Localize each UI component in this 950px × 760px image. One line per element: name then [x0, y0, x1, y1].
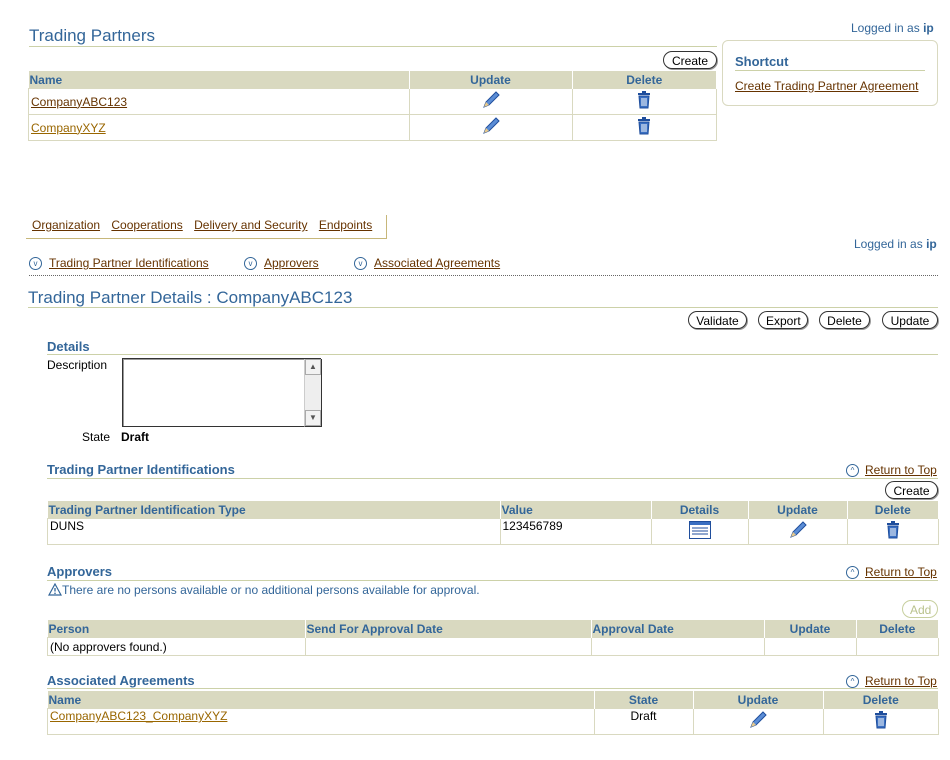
table-row: DUNS 123456789 [47, 518, 939, 545]
details-icon[interactable] [688, 521, 711, 542]
pencil-icon[interactable] [480, 89, 502, 114]
agreement-link[interactable]: CompanyABC123_CompanyXYZ [50, 709, 227, 723]
approvers-table: Person Send For Approval Date Approval D… [47, 620, 939, 656]
column-header-name: Name [47, 691, 595, 709]
anchor-approvers[interactable]: Approvers [264, 256, 319, 270]
column-header-details: Details [651, 501, 749, 519]
shortcut-title: Shortcut [735, 54, 789, 69]
identification-value: 123456789 [499, 518, 652, 545]
scroll-down-icon[interactable]: ▼ [305, 410, 321, 426]
scroll-up-icon[interactable]: ▲ [305, 359, 321, 375]
chevron-down-icon: v [354, 257, 368, 271]
chevron-down-icon: v [243, 257, 257, 271]
trash-icon[interactable] [885, 521, 901, 542]
approvers-warning: There are no persons available or no add… [47, 582, 480, 599]
update-button[interactable]: Update [882, 311, 938, 329]
identifications-section-title: Trading Partner Identifications [47, 462, 235, 477]
chevron-down-icon: v [29, 257, 42, 271]
partners-table: Name Update Delete CompanyABC123 Company… [28, 71, 717, 141]
logged-in-indicator-2: Logged in as ip [854, 237, 937, 251]
column-header-update: Update [693, 691, 824, 709]
page-title: Trading Partners [29, 26, 155, 45]
column-header-value: Value [500, 501, 652, 519]
tab-cooperations[interactable]: Cooperations [111, 218, 182, 232]
create-partner-button[interactable]: Create [663, 51, 717, 69]
table-row: (No approvers found.) [47, 637, 939, 656]
column-header-delete: Delete [856, 620, 939, 638]
column-header-send-date: Send For Approval Date [305, 620, 592, 638]
trash-icon[interactable] [636, 91, 652, 112]
description-label: Description [47, 358, 108, 372]
column-header-name: Name [28, 71, 410, 89]
description-field[interactable] [122, 358, 321, 427]
table-row: CompanyABC123_CompanyXYZ Draft [47, 708, 939, 735]
identifications-table: Trading Partner Identification Type Valu… [47, 501, 939, 545]
column-header-update: Update [764, 620, 857, 638]
agreements-table: Name State Update Delete CompanyABC123_C… [47, 691, 939, 735]
partner-link[interactable]: CompanyXYZ [31, 121, 106, 135]
anchor-agreements[interactable]: Associated Agreements [374, 256, 500, 270]
state-label: State [82, 430, 111, 444]
partner-link[interactable]: CompanyABC123 [31, 95, 127, 109]
tab-delivery-security[interactable]: Delivery and Security [194, 218, 307, 232]
agreements-section-title: Associated Agreements [47, 673, 195, 688]
delete-button[interactable]: Delete [819, 311, 870, 329]
column-header-type: Trading Partner Identification Type [47, 501, 501, 519]
pencil-icon[interactable] [480, 115, 502, 140]
return-to-top: ^ Return to Top [846, 674, 937, 689]
create-agreement-link[interactable]: Create Trading Partner Agreement [735, 79, 918, 93]
tab-endpoints[interactable]: Endpoints [319, 218, 372, 232]
approvers-empty-message: (No approvers found.) [47, 637, 306, 656]
column-header-state: State [594, 691, 694, 709]
chevron-up-icon: ^ [846, 566, 859, 580]
pencil-icon[interactable] [787, 519, 809, 544]
trash-icon[interactable] [636, 117, 652, 138]
tab-organization[interactable]: Organization [32, 218, 100, 232]
validate-button[interactable]: Validate [688, 311, 747, 329]
pencil-icon[interactable] [747, 709, 769, 734]
column-header-update: Update [748, 501, 848, 519]
subtabs: Organization Cooperations Delivery and S… [26, 215, 387, 239]
table-row: CompanyXYZ [28, 114, 717, 141]
table-row: CompanyABC123 [28, 88, 717, 115]
column-header-delete: Delete [823, 691, 939, 709]
chevron-up-icon: ^ [846, 464, 859, 478]
export-button[interactable]: Export [758, 311, 808, 329]
add-approver-button[interactable]: Add [902, 600, 938, 618]
return-to-top: ^ Return to Top [846, 463, 937, 478]
dotted-divider [29, 275, 938, 276]
column-header-delete: Delete [572, 71, 717, 89]
description-scrollbar[interactable]: ▲ ▼ [304, 359, 322, 427]
approvers-section-title: Approvers [47, 564, 113, 579]
state-value: Draft [121, 430, 150, 444]
shortcut-panel: Shortcut Create Trading Partner Agreemen… [722, 40, 938, 106]
column-header-person: Person [47, 620, 306, 638]
identification-type: DUNS [47, 518, 501, 545]
anchor-links: v Trading Partner Identifications v Approv… [29, 256, 500, 271]
warning-icon [47, 582, 63, 599]
column-header-delete: Delete [847, 501, 939, 519]
trash-icon[interactable] [873, 711, 889, 732]
create-identification-button[interactable]: Create [885, 481, 938, 499]
details-section-title: Details [47, 339, 90, 354]
chevron-up-icon: ^ [846, 675, 859, 689]
column-header-update: Update [409, 71, 573, 89]
details-title: Trading Partner Details : CompanyABC123 [28, 288, 353, 307]
return-to-top: ^ Return to Top [846, 565, 937, 580]
agreement-state: Draft [593, 708, 694, 735]
anchor-identifications[interactable]: Trading Partner Identifications [49, 256, 209, 270]
logged-in-indicator: Logged in as ip [851, 21, 934, 35]
column-header-approval-date: Approval Date [591, 620, 765, 638]
